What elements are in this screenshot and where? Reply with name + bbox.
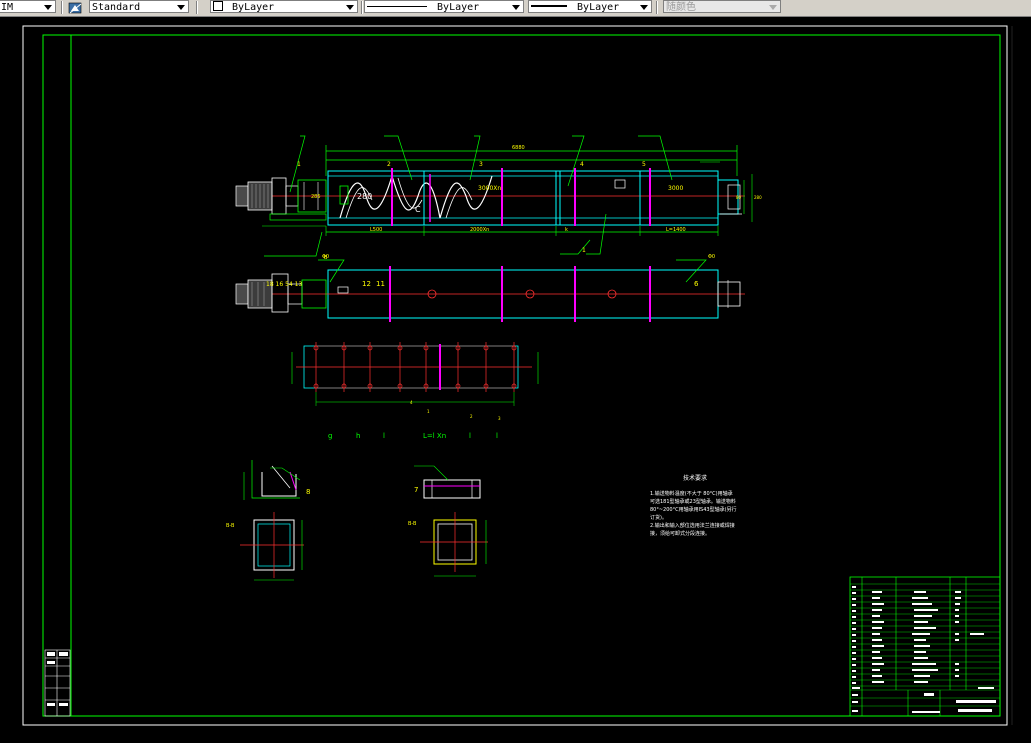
tech-line: 80°~200°C用轴承用IS43型轴承(另行 [650, 506, 737, 513]
linetype-select[interactable]: ByLayer [364, 0, 524, 13]
detail-b-label: 7 [414, 486, 418, 494]
plan-letter: l [383, 432, 385, 440]
textstyle-select[interactable]: Standard [89, 0, 189, 13]
dim-bottom-left: L500 [370, 227, 382, 233]
cad-drawing[interactable]: 6880 280 80 280 C 3000Xn 3000 285 1 2 3 … [0, 16, 1031, 743]
color-swatch-icon [213, 1, 223, 11]
plan-letter: h [356, 432, 360, 440]
chevron-down-icon[interactable] [177, 5, 185, 10]
section-tag-b: B-B [408, 521, 417, 527]
label-280: 280 [357, 192, 372, 201]
leader-number: 3 [479, 161, 483, 168]
layer-color-select[interactable]: ByLayer [210, 0, 358, 13]
toolbar-separator [61, 1, 63, 14]
plan-letter: L=l Xn [423, 432, 446, 440]
plan-tick: 2 [470, 414, 473, 419]
elevation-view: 6880 280 80 280 C 3000Xn 3000 285 1 2 3 … [235, 135, 762, 261]
lineweight-preview-icon [531, 5, 567, 7]
view2-right-label: 6 [694, 280, 699, 288]
note-3000: 3000 [668, 185, 683, 192]
chevron-down-icon[interactable] [44, 5, 52, 10]
plan-letter: g [328, 432, 332, 440]
dim-bottom-right: L=1400 [666, 227, 686, 233]
leader-number: 2 [387, 161, 391, 168]
tech-line: 2.输出和输入部位选用法兰连接或焊接 [650, 522, 735, 529]
chevron-down-icon[interactable] [346, 5, 354, 10]
left-stamp-block [44, 649, 71, 717]
dim-bottom-mid: 2000Xn [470, 227, 489, 233]
plan-tick: 3 [498, 416, 501, 421]
tech-line: 可选181型轴承或23型轴承。输送物料 [650, 498, 736, 505]
plan-tick: 1 [427, 409, 430, 414]
layer-color-value: ByLayer [232, 2, 275, 13]
properties-toolbar: IM Standard ByLayer ByLayer ByLayer 随颜色 [0, 0, 1031, 17]
leader-number: 1 [297, 161, 301, 168]
plotstyle-select[interactable]: 随颜色 [663, 0, 781, 13]
view2-label: 11 [376, 280, 385, 288]
dim-side-a: 280 [754, 195, 762, 200]
lineweight-value: ByLayer [577, 2, 620, 13]
leader-number: 4 [580, 161, 584, 168]
leader-number: 5 [642, 161, 646, 168]
textstyle-manager-icon[interactable] [68, 0, 83, 14]
dim-bottom-1: 1 [582, 247, 586, 254]
dim-bottom-k: k [565, 227, 568, 233]
toolbar-separator [361, 1, 363, 14]
linetype-value: ByLayer [437, 2, 480, 13]
plan-letter: l [496, 432, 498, 440]
textstyle-icon-svg [68, 2, 82, 14]
support-layout: 4 1 2 3 g h l L=l Xn l l [291, 342, 539, 440]
dim-side-b: 80 [736, 195, 742, 200]
note-3000xn: 3000Xn [478, 185, 501, 192]
tech-line: 1.输送物料温度(不大于 80°C)用轴承 [650, 490, 733, 497]
textstyle-value: Standard [92, 2, 141, 13]
label-285: 285 [311, 194, 321, 200]
parts-list [849, 576, 1001, 717]
plan-tick: 4 [410, 400, 413, 405]
view2-label: 12 [362, 280, 371, 288]
label-c: C [415, 205, 421, 214]
drawing-canvas[interactable]: 6880 280 80 280 C 3000Xn 3000 285 1 2 3 … [0, 16, 1031, 743]
plotstyle-value: 随颜色 [666, 2, 696, 13]
tech-title: 技术要求 [683, 474, 707, 482]
toolbar-separator [656, 1, 658, 14]
toolbar-separator [196, 1, 198, 14]
detail-bracket-a: 8 B-B [226, 460, 310, 581]
plan-view: 18 16 54 13 12 11 6 Φ0 Φ0 [235, 254, 745, 322]
tech-line: 接，须给可卸式分段连接。 [650, 530, 710, 537]
chevron-down-icon[interactable] [769, 5, 777, 10]
linetype-preview-icon [367, 6, 427, 7]
dimstyle-select[interactable]: IM [0, 0, 56, 13]
dim-overall: 6880 [512, 145, 525, 151]
view2-phi: Φ0 [322, 254, 329, 260]
tech-notes: 技术要求 1.输送物料温度(不大于 80°C)用轴承 可选181型轴承或23型轴… [650, 474, 737, 537]
view2-phi-right: Φ0 [708, 254, 715, 260]
tech-line: 订货)。 [650, 514, 667, 521]
chevron-down-icon[interactable] [512, 5, 520, 10]
chevron-down-icon[interactable] [640, 5, 648, 10]
plan-letter: l [469, 432, 471, 440]
detail-a-label: 8 [306, 488, 310, 496]
view2-motor-labels: 18 16 54 13 [266, 281, 302, 288]
lineweight-select[interactable]: ByLayer [528, 0, 652, 13]
dimstyle-value: IM [1, 2, 14, 13]
detail-bracket-b: 7 B-B [408, 465, 488, 577]
section-tag-a: B-B [226, 523, 235, 529]
